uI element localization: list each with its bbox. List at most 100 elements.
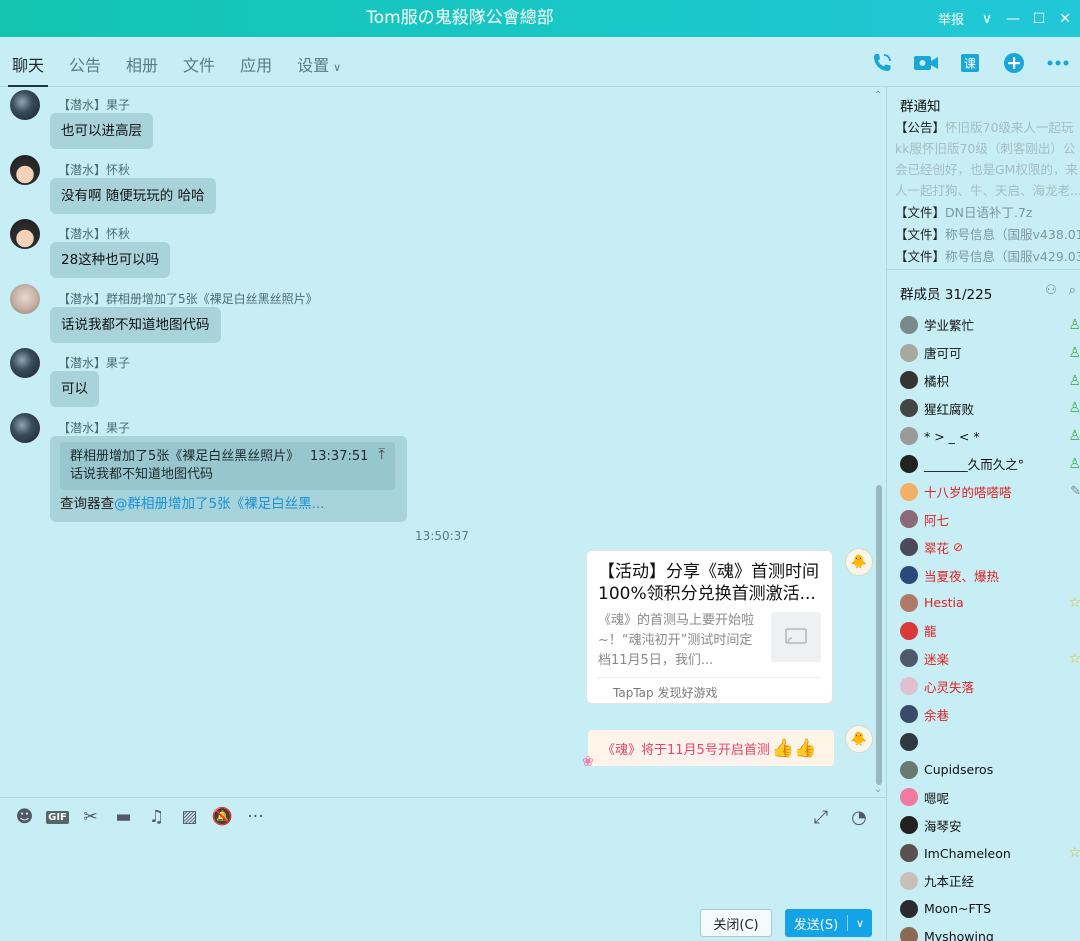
minimize-icon[interactable]: — [1002, 11, 1024, 27]
chat-scrollbar[interactable]: ⌃ ⌄ [874, 90, 883, 795]
file-item[interactable]: 【文件】称号信息（国服v429.03... [895, 246, 1080, 268]
emoji-icon[interactable]: ☻ [8, 806, 41, 828]
avatar[interactable]: 🐥 [845, 548, 873, 576]
member-item[interactable]: * > _ < * ♙ [900, 422, 1080, 450]
divider [598, 677, 821, 678]
scroll-down-icon[interactable]: ⌄ [874, 784, 882, 795]
member-item[interactable]: Cupidseros [900, 756, 1080, 784]
more-icon[interactable]: ··· [239, 806, 272, 828]
avatar [900, 399, 918, 418]
member-item[interactable]: 当夏夜、爆热 [900, 561, 1080, 589]
chevron-down-icon[interactable]: ∨ [848, 917, 872, 930]
mute-icon[interactable]: 🔕 [206, 806, 239, 828]
expand-icon[interactable]: ⤢ [802, 806, 840, 828]
avatar[interactable] [10, 219, 40, 249]
sender-name[interactable]: 【潜水】怀秋 [58, 161, 130, 178]
member-item[interactable]: 余巷 [900, 700, 1080, 728]
tab-files[interactable]: 文件 [183, 37, 215, 87]
member-item[interactable]: 十八岁的嗒嗒嗒 ✎ [900, 478, 1080, 506]
member-item[interactable]: 橘枳 ♙ [900, 367, 1080, 395]
avatar[interactable] [10, 90, 40, 120]
tab-album[interactable]: 相册 [126, 37, 158, 87]
member-item[interactable]: _______久而久之° ♙ [900, 450, 1080, 478]
member-item[interactable]: 猩红腐败 ♙ [900, 394, 1080, 422]
thumbs-up-icon: 👍👍 [771, 737, 817, 759]
search-icon[interactable]: ⌕ [1069, 283, 1076, 298]
member-item[interactable] [900, 728, 1080, 756]
member-badge-icon: ♙ [1068, 400, 1080, 417]
send-button[interactable]: 发送(S) ∨ [785, 909, 872, 937]
sender-name[interactable]: 【潜水】怀秋 [58, 225, 130, 242]
member-name: Cupidseros [924, 762, 994, 778]
add-icon[interactable] [992, 45, 1036, 81]
card-title: 【活动】分享《魂》首测时间100%领积分兑换首测激活... [598, 562, 819, 604]
add-member-icon[interactable]: ⚇ [1045, 283, 1057, 298]
member-item[interactable]: 学业繁忙 ♙ [900, 311, 1080, 339]
tab-chat[interactable]: 聊天 [7, 37, 49, 87]
folder-icon[interactable]: ▬ [107, 806, 140, 828]
member-item[interactable]: 阿七 [900, 506, 1080, 534]
avatar[interactable] [10, 348, 40, 378]
member-item[interactable]: 迷楽 ☆ [900, 645, 1080, 673]
tab-settings[interactable]: 设置 ∨ [297, 37, 341, 87]
tab-announcements[interactable]: 公告 [69, 37, 101, 87]
member-item[interactable]: 九本正经 [900, 867, 1080, 895]
class-icon[interactable]: 课 [948, 45, 992, 81]
member-item[interactable]: 龍 [900, 617, 1080, 645]
music-icon[interactable]: ♫ [140, 806, 173, 828]
avatar[interactable]: 🐥 [845, 725, 873, 753]
scroll-up-icon[interactable]: ⌃ [874, 90, 882, 101]
report-link[interactable]: 举报 [938, 9, 964, 28]
member-item[interactable]: Moon~FTS [900, 895, 1080, 923]
notice-text[interactable]: 【公告】怀旧版70级来人一起玩kk服怀旧版70级（刺客刚出）公会已经创好，也是G… [895, 117, 1080, 201]
file-item[interactable]: 【文件】称号信息（国服v438.01... [895, 224, 1080, 246]
sticker-text: 《魂》将于11月5号开启首测 [602, 742, 770, 758]
member-item[interactable]: 唐可可 ♙ [900, 339, 1080, 367]
window-title: Tom服の鬼殺隊公會總部 [366, 8, 554, 28]
tab-apps[interactable]: 应用 [240, 37, 272, 87]
avatar[interactable] [10, 155, 40, 185]
share-card[interactable]: 【活动】分享《魂》首测时间100%领积分兑换首测激活... 《魂》的首测马上要开… [586, 550, 833, 704]
sender-name[interactable]: 【潜水】果子 [58, 354, 130, 371]
avatar[interactable] [10, 284, 40, 314]
member-name: 当夏夜、爆热 [924, 568, 1000, 584]
video-call-icon[interactable] [904, 45, 948, 81]
file-tag: 【文件】 [895, 205, 946, 220]
image-icon[interactable]: ▨ [173, 806, 206, 828]
sticker-message: ❀ 《魂》将于11月5号开启首测 👍👍 [582, 730, 834, 770]
member-item[interactable]: 心灵失落 [900, 672, 1080, 700]
file-item[interactable]: 【文件】DN日语补丁.7z [895, 202, 1080, 224]
member-item[interactable]: Hestia ☆ [900, 589, 1080, 617]
duck-icon: 🐥 [850, 731, 868, 747]
maximize-icon[interactable]: ☐ [1028, 11, 1050, 27]
member-item[interactable]: Myshowing [900, 923, 1080, 941]
history-icon[interactable]: ◔ [840, 806, 878, 828]
sender-name[interactable]: 【潜水】果子 [58, 419, 130, 436]
pin-top-icon[interactable]: ⤒ [378, 445, 385, 463]
avatar [900, 593, 918, 612]
scissors-icon[interactable]: ✂ [74, 806, 107, 828]
member-item[interactable]: ImChameleon ☆ [900, 839, 1080, 867]
phone-call-icon[interactable] [860, 45, 904, 81]
more-icon[interactable] [1036, 45, 1080, 81]
member-item[interactable]: 嗯呢 [900, 784, 1080, 812]
avatar[interactable] [10, 413, 40, 443]
member-name: ImChameleon [924, 845, 1011, 861]
member-name: 龍 [924, 624, 937, 640]
close-button[interactable]: 关闭(C) [700, 909, 772, 937]
mention-link[interactable]: @群相册增加了5张《裸足白丝黑... [114, 496, 324, 512]
quote-time: 13:37:51 [310, 449, 369, 464]
sender-name[interactable]: 【潜水】群相册增加了5张《裸足白丝黑丝照片》 [58, 290, 318, 307]
scroll-thumb[interactable] [876, 485, 882, 785]
avatar [900, 566, 918, 585]
input-area[interactable]: ☻ GIF ✂ ▬ ♫ ▨ 🔕 ··· ⤢ ◔ 关闭(C) 发送(S) ∨ [0, 797, 886, 941]
quote-box[interactable]: 群相册增加了5张《裸足白丝黑丝照片》 13:37:51 ⤒ 话说我都不知道地图代… [60, 442, 395, 490]
chevron-down-icon[interactable]: ∨ [976, 11, 998, 27]
close-icon[interactable]: ✕ [1054, 11, 1076, 27]
member-item[interactable]: 海琴安 [900, 811, 1080, 839]
sender-name[interactable]: 【潜水】果子 [58, 96, 130, 113]
avatar [900, 315, 918, 334]
member-item[interactable]: 翠花 ⊘ [900, 533, 1080, 561]
avatar [900, 371, 918, 390]
gif-icon[interactable]: GIF [41, 806, 74, 828]
